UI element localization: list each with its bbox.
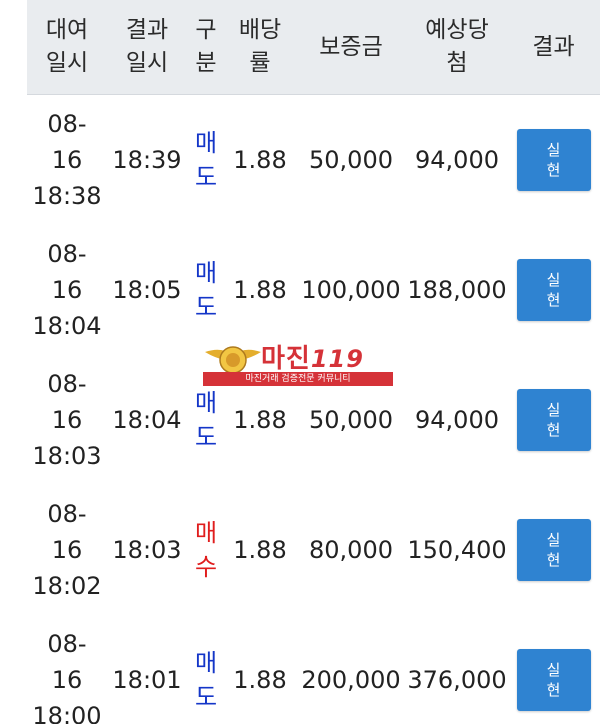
realize-button[interactable]: 실 현 bbox=[516, 519, 591, 581]
type-cell: 매 도 bbox=[194, 649, 218, 711]
realize-button[interactable]: 실 현 bbox=[516, 129, 591, 191]
rental-time-cell: 08- 16 18:04 bbox=[32, 240, 102, 340]
deposit-cell: 50,000 bbox=[309, 406, 393, 434]
table-row: 08- 16 18:00 18:01 매 도 1.88 200,000 376,… bbox=[27, 615, 600, 724]
header-expected-win: 예상당 첨 bbox=[425, 17, 489, 76]
expected-win-cell: 94,000 bbox=[415, 146, 499, 174]
rental-time-cell: 08- 16 18:02 bbox=[32, 500, 102, 600]
odds-cell: 1.88 bbox=[233, 666, 287, 694]
result-cell: 실 현 bbox=[507, 355, 600, 485]
deposit-cell: 80,000 bbox=[309, 536, 393, 564]
deposit-cell: 50,000 bbox=[309, 146, 393, 174]
odds-cell: 1.88 bbox=[233, 146, 287, 174]
realize-button[interactable]: 실 현 bbox=[516, 259, 591, 321]
header-rental-time: 대여 일시 bbox=[45, 17, 89, 76]
type-cell: 매 도 bbox=[194, 389, 218, 451]
type-cell: 매 도 bbox=[194, 259, 218, 321]
header-result-time: 결과 일시 bbox=[125, 17, 169, 76]
trade-history-table: 대여 일시 결과 일시 구 분 배당 률 보증금 예상당 첨 결과 08- 16 bbox=[27, 0, 600, 724]
result-cell: 실 현 bbox=[507, 95, 600, 225]
result-cell: 실 현 bbox=[507, 615, 600, 724]
table-row: 08- 16 18:04 18:05 매 도 1.88 100,000 188,… bbox=[27, 225, 600, 356]
realize-button[interactable]: 실 현 bbox=[516, 649, 591, 711]
result-cell: 실 현 bbox=[507, 225, 600, 355]
expected-win-cell: 376,000 bbox=[407, 666, 507, 694]
rental-time-cell: 08- 16 18:00 bbox=[32, 630, 102, 724]
header-result: 결과 bbox=[532, 33, 575, 60]
deposit-cell: 100,000 bbox=[301, 276, 401, 304]
header-deposit: 보증금 bbox=[319, 33, 383, 60]
result-time-cell: 18:05 bbox=[112, 276, 182, 304]
result-time-cell: 18:39 bbox=[112, 146, 182, 174]
odds-cell: 1.88 bbox=[233, 276, 287, 304]
expected-win-cell: 188,000 bbox=[407, 276, 507, 304]
rental-time-cell: 08- 16 18:38 bbox=[32, 110, 102, 210]
table-row: 08- 16 18:03 18:04 매 도 1.88 50,000 94,00… bbox=[27, 355, 600, 486]
table-row: 08- 16 18:02 18:03 매 수 1.88 80,000 150,4… bbox=[27, 485, 600, 616]
odds-cell: 1.88 bbox=[233, 406, 287, 434]
header-odds: 배당 률 bbox=[238, 17, 282, 76]
type-cell: 매 수 bbox=[194, 519, 218, 581]
deposit-cell: 200,000 bbox=[301, 666, 401, 694]
rental-time-cell: 08- 16 18:03 bbox=[32, 370, 102, 470]
header-type: 구 분 bbox=[195, 17, 217, 76]
result-time-cell: 18:04 bbox=[112, 406, 182, 434]
expected-win-cell: 150,400 bbox=[407, 536, 507, 564]
table-header: 대여 일시 결과 일시 구 분 배당 률 보증금 예상당 첨 결과 bbox=[27, 0, 600, 95]
odds-cell: 1.88 bbox=[233, 536, 287, 564]
expected-win-cell: 94,000 bbox=[415, 406, 499, 434]
result-cell: 실 현 bbox=[507, 485, 600, 615]
realize-button[interactable]: 실 현 bbox=[516, 389, 591, 451]
type-cell: 매 도 bbox=[194, 129, 218, 191]
result-time-cell: 18:01 bbox=[112, 666, 182, 694]
result-time-cell: 18:03 bbox=[112, 536, 182, 564]
table-row: 08- 16 18:38 18:39 매 도 1.88 50,000 94,00… bbox=[27, 95, 600, 226]
